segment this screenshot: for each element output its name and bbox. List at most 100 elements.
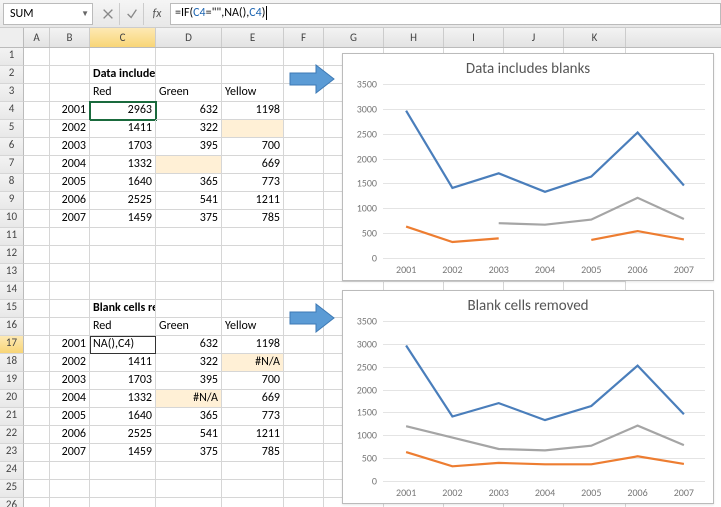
column-header[interactable]: B bbox=[50, 28, 90, 47]
chevron-down-icon[interactable]: ▼ bbox=[81, 9, 89, 19]
row-header[interactable]: 16 bbox=[0, 318, 24, 336]
cell-F12[interactable] bbox=[284, 246, 324, 264]
cell-A10[interactable] bbox=[24, 210, 50, 228]
row-header[interactable]: 6 bbox=[0, 138, 24, 156]
cell-F13[interactable] bbox=[284, 264, 324, 282]
cell-F26[interactable] bbox=[284, 498, 324, 507]
cell-A18[interactable] bbox=[24, 354, 50, 372]
cell-F9[interactable] bbox=[284, 192, 324, 210]
cell-A5[interactable] bbox=[24, 120, 50, 138]
row-header[interactable]: 21 bbox=[0, 408, 24, 426]
cell-B9[interactable]: 2006 bbox=[50, 192, 90, 210]
cell-F8[interactable] bbox=[284, 174, 324, 192]
cell-D14[interactable] bbox=[156, 282, 222, 300]
row-header[interactable]: 23 bbox=[0, 444, 24, 462]
cell-E25[interactable] bbox=[222, 480, 284, 498]
cell-D23[interactable]: 375 bbox=[156, 444, 222, 462]
cell-C26[interactable] bbox=[90, 498, 156, 507]
cell-E13[interactable] bbox=[222, 264, 284, 282]
cell-C20[interactable]: 1332 bbox=[90, 390, 156, 408]
cell-B23[interactable]: 2007 bbox=[50, 444, 90, 462]
row-header[interactable]: 1 bbox=[0, 48, 24, 66]
cell-A4[interactable] bbox=[24, 102, 50, 120]
cell-C19[interactable]: 1703 bbox=[90, 372, 156, 390]
cell-B7[interactable]: 2004 bbox=[50, 156, 90, 174]
cell-B3[interactable] bbox=[50, 84, 90, 102]
row-header[interactable]: 14 bbox=[0, 282, 24, 300]
cell-A22[interactable] bbox=[24, 426, 50, 444]
cell-E6[interactable]: 700 bbox=[222, 138, 284, 156]
cell-E1[interactable] bbox=[222, 48, 284, 66]
column-header[interactable]: G bbox=[324, 28, 384, 47]
worksheet[interactable]: ABCDEFGHIJK 12Data includes blanks3RedGr… bbox=[0, 28, 721, 507]
cell-C24[interactable] bbox=[90, 462, 156, 480]
column-header[interactable]: H bbox=[384, 28, 444, 47]
cell-D21[interactable]: 365 bbox=[156, 408, 222, 426]
cell-B14[interactable] bbox=[50, 282, 90, 300]
cell-B18[interactable]: 2002 bbox=[50, 354, 90, 372]
cell-E20[interactable]: 669 bbox=[222, 390, 284, 408]
cell-E14[interactable] bbox=[222, 282, 284, 300]
cell-D7[interactable] bbox=[156, 156, 222, 174]
fx-icon[interactable]: fx bbox=[144, 7, 170, 21]
column-header[interactable]: D bbox=[156, 28, 222, 47]
row-header[interactable]: 4 bbox=[0, 102, 24, 120]
row-header[interactable]: 19 bbox=[0, 372, 24, 390]
cell-D17[interactable]: 632 bbox=[156, 336, 222, 354]
cell-C14[interactable] bbox=[90, 282, 156, 300]
row-header[interactable]: 26 bbox=[0, 498, 24, 507]
cell-F5[interactable] bbox=[284, 120, 324, 138]
cell-A15[interactable] bbox=[24, 300, 50, 318]
cell-A3[interactable] bbox=[24, 84, 50, 102]
cell-E8[interactable]: 773 bbox=[222, 174, 284, 192]
cell-C8[interactable]: 1640 bbox=[90, 174, 156, 192]
row-header[interactable]: 17 bbox=[0, 336, 24, 354]
cell-D16[interactable]: Green bbox=[156, 318, 222, 336]
cell-B21[interactable]: 2005 bbox=[50, 408, 90, 426]
cell-E16[interactable]: Yellow bbox=[222, 318, 284, 336]
row-header[interactable]: 24 bbox=[0, 462, 24, 480]
cell-D12[interactable] bbox=[156, 246, 222, 264]
row-header[interactable]: 18 bbox=[0, 354, 24, 372]
cell-C25[interactable] bbox=[90, 480, 156, 498]
cell-A16[interactable] bbox=[24, 318, 50, 336]
cell-B2[interactable] bbox=[50, 66, 90, 84]
cell-A23[interactable] bbox=[24, 444, 50, 462]
cell-E23[interactable]: 785 bbox=[222, 444, 284, 462]
cell-A21[interactable] bbox=[24, 408, 50, 426]
cell-A11[interactable] bbox=[24, 228, 50, 246]
cell-A9[interactable] bbox=[24, 192, 50, 210]
cell-A17[interactable] bbox=[24, 336, 50, 354]
cell-D26[interactable] bbox=[156, 498, 222, 507]
cell-E11[interactable] bbox=[222, 228, 284, 246]
column-header[interactable]: I bbox=[444, 28, 504, 47]
cell-A26[interactable] bbox=[24, 498, 50, 507]
cell-A24[interactable] bbox=[24, 462, 50, 480]
cell-F17[interactable] bbox=[284, 336, 324, 354]
cell-C12[interactable] bbox=[90, 246, 156, 264]
cell-B17[interactable]: 2001 bbox=[50, 336, 90, 354]
cell-E18[interactable]: #N/A bbox=[222, 354, 284, 372]
column-header[interactable]: J bbox=[504, 28, 564, 47]
cell-D20[interactable]: #N/A bbox=[156, 390, 222, 408]
cell-B5[interactable]: 2002 bbox=[50, 120, 90, 138]
cell-F23[interactable] bbox=[284, 444, 324, 462]
cell-D3[interactable]: Green bbox=[156, 84, 222, 102]
cell-D25[interactable] bbox=[156, 480, 222, 498]
row-header[interactable]: 11 bbox=[0, 228, 24, 246]
cell-D8[interactable]: 365 bbox=[156, 174, 222, 192]
cell-F25[interactable] bbox=[284, 480, 324, 498]
cell-C5[interactable]: 1411 bbox=[90, 120, 156, 138]
cell-C16[interactable]: Red bbox=[90, 318, 156, 336]
cell-F19[interactable] bbox=[284, 372, 324, 390]
cell-B24[interactable] bbox=[50, 462, 90, 480]
cell-D4[interactable]: 632 bbox=[156, 102, 222, 120]
row-header[interactable]: 8 bbox=[0, 174, 24, 192]
cell-A7[interactable] bbox=[24, 156, 50, 174]
cell-B20[interactable]: 2004 bbox=[50, 390, 90, 408]
cell-D10[interactable]: 375 bbox=[156, 210, 222, 228]
cell-B11[interactable] bbox=[50, 228, 90, 246]
column-header[interactable]: A bbox=[24, 28, 50, 47]
cell-D13[interactable] bbox=[156, 264, 222, 282]
cell-C17[interactable]: NA(),C4) bbox=[90, 336, 156, 354]
